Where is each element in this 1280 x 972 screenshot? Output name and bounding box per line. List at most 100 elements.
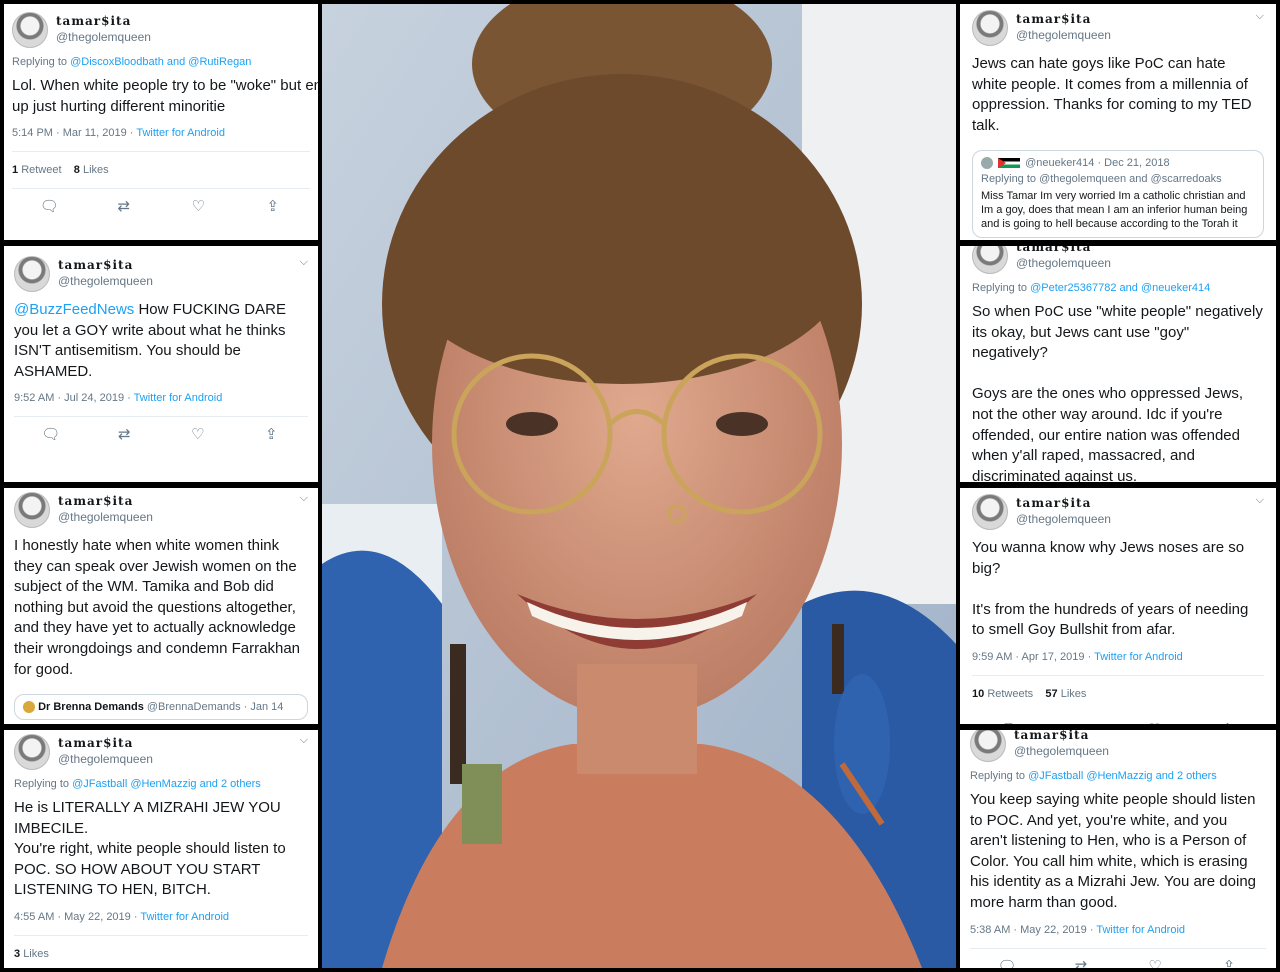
avatar [981, 157, 993, 170]
chevron-down-icon[interactable]: ⌵ [300, 734, 308, 747]
quoted-handle[interactable]: @neueker414 · Dec 21, 2018 [1025, 157, 1169, 169]
tweet-card-5[interactable]: tamar$ita @thegolemqueen ⌵ Jews can hate… [960, 4, 1276, 240]
user-handle[interactable]: @thegolemqueen [1016, 256, 1111, 270]
tweet-card-1[interactable]: tamar$ita @thegolemqueen Replying to @Di… [4, 4, 318, 240]
retweet-count[interactable]: 10 [972, 688, 984, 700]
heart-icon[interactable]: ♡ [187, 197, 209, 215]
reply-icon[interactable]: 🗨 [998, 720, 1020, 724]
source-link[interactable]: Twitter for Android [140, 911, 229, 923]
avatar[interactable] [14, 734, 50, 770]
tweet-text: Lol. When white people try to be "woke" … [12, 77, 318, 115]
display-name[interactable]: tamar$ita [1016, 246, 1091, 254]
share-icon[interactable]: ⇪ [1217, 720, 1239, 724]
display-name[interactable]: tamar$ita [58, 736, 133, 750]
avatar[interactable] [12, 12, 48, 48]
source-link[interactable]: Twitter for Android [1094, 651, 1183, 663]
portrait-photo [322, 4, 956, 968]
display-name[interactable]: tamar$ita [58, 494, 133, 508]
reply-icon[interactable]: 🗨 [996, 957, 1018, 968]
reply-mentions-link[interactable]: @JFastball @HenMazzig and 2 others [1028, 770, 1217, 782]
reply-mentions-link[interactable]: @JFastball @HenMazzig and 2 others [72, 778, 261, 790]
reply-prefix: Replying to [12, 56, 71, 68]
user-handle[interactable]: @thegolemqueen [58, 752, 153, 766]
heart-icon[interactable]: ♡ [187, 425, 209, 443]
user-handle[interactable]: @thegolemqueen [58, 274, 153, 288]
mention-link[interactable]: @BuzzFeedNews [14, 301, 134, 318]
tweet-text: He is LITERALLY A MIZRAHI JEW YOU IMBECI… [14, 799, 286, 899]
tweet-card-4[interactable]: tamar$ita @thegolemqueen ⌵ Replying to @… [4, 730, 318, 968]
tweet-text: You wanna know why Jews noses are so big… [972, 539, 1249, 639]
quoted-tweet-text: Miss Tamar Im very worried Im a catholic… [981, 190, 1248, 231]
display-name[interactable]: tamar$ita [58, 258, 133, 272]
user-handle[interactable]: @thegolemqueen [58, 510, 153, 524]
tweet-card-2[interactable]: tamar$ita @thegolemqueen ⌵ @BuzzFeedNews… [4, 246, 318, 482]
tweet-timestamp: 4:55 AM · May 22, 2019 · Twitter for And… [14, 911, 308, 923]
avatar[interactable] [972, 10, 1008, 46]
chevron-down-icon[interactable]: ⌵ [300, 492, 308, 505]
tweet-card-3[interactable]: tamar$ita @thegolemqueen ⌵ I honestly ha… [4, 488, 318, 724]
share-icon[interactable]: ⇪ [260, 425, 282, 443]
avatar[interactable] [14, 492, 50, 528]
heart-icon[interactable]: ♡ [1144, 720, 1166, 724]
avatar[interactable] [972, 494, 1008, 530]
quoted-handle[interactable]: @BrennaDemands · Jan 14 [147, 701, 284, 713]
like-label[interactable]: Likes [23, 948, 49, 960]
portrait-illustration [322, 4, 956, 968]
tweet-text: Jews can hate goys like PoC can hate whi… [972, 55, 1252, 134]
timestamp-text[interactable]: 5:14 PM · Mar 11, 2019 · [12, 127, 136, 139]
reply-prefix: Replying to [972, 282, 1031, 294]
user-handle[interactable]: @thegolemqueen [56, 30, 151, 44]
like-count[interactable]: 57 [1045, 688, 1057, 700]
retweet-label[interactable]: Retweet [21, 164, 61, 176]
timestamp-text[interactable]: 9:59 AM · Apr 17, 2019 · [972, 651, 1094, 663]
like-count[interactable]: 3 [14, 948, 20, 960]
user-handle[interactable]: @thegolemqueen [1016, 28, 1111, 42]
replying-to: Replying to @Peter25367782 and @neueker4… [972, 282, 1264, 294]
like-count[interactable]: 8 [74, 164, 80, 176]
retweet-icon[interactable]: ⇄ [113, 425, 135, 443]
source-link[interactable]: Twitter for Android [1096, 924, 1185, 936]
retweet-count[interactable]: 1 [12, 164, 18, 176]
share-icon[interactable]: ⇪ [1218, 957, 1240, 968]
timestamp-text[interactable]: 4:55 AM · May 22, 2019 · [14, 911, 140, 923]
engagement-stats: 3 Likes [14, 936, 308, 968]
display-name[interactable]: tamar$ita [1014, 730, 1089, 742]
source-link[interactable]: Twitter for Android [134, 392, 223, 404]
user-handle[interactable]: @thegolemqueen [1016, 512, 1111, 526]
tweet-card-7[interactable]: tamar$ita @thegolemqueen ⌵ You wanna kno… [960, 488, 1276, 724]
display-name[interactable]: tamar$ita [1016, 496, 1091, 510]
tweet-card-6[interactable]: tamar$ita @thegolemqueen Replying to @Pe… [960, 246, 1276, 482]
retweet-label[interactable]: Retweets [987, 688, 1033, 700]
tweet-timestamp: 9:59 AM · Apr 17, 2019 · Twitter for And… [972, 651, 1264, 663]
like-label[interactable]: Likes [83, 164, 109, 176]
retweet-icon[interactable]: ⇄ [1070, 957, 1092, 968]
chevron-down-icon[interactable]: ⌵ [300, 256, 308, 269]
display-name[interactable]: tamar$ita [56, 14, 131, 28]
source-link[interactable]: Twitter for Android [136, 127, 225, 139]
share-icon[interactable]: ⇪ [262, 197, 284, 215]
tweet-text: @BuzzFeedNews How FUCKING DARE you let a… [14, 300, 308, 382]
avatar[interactable] [972, 246, 1008, 274]
quoted-tweet[interactable]: @neueker414 · Dec 21, 2018 Replying to @… [972, 150, 1264, 239]
retweet-icon[interactable]: ⇄ [113, 197, 135, 215]
reply-icon[interactable]: 🗨 [38, 197, 60, 215]
heart-icon[interactable]: ♡ [1144, 957, 1166, 968]
tweet-card-8[interactable]: tamar$ita @thegolemqueen Replying to @JF… [960, 730, 1276, 968]
quoted-display-name[interactable]: Dr Brenna Demands [38, 701, 144, 713]
display-name[interactable]: tamar$ita [1016, 12, 1091, 26]
retweet-icon[interactable]: ⇄ [1071, 720, 1093, 724]
like-label[interactable]: Likes [1061, 688, 1087, 700]
user-handle[interactable]: @thegolemqueen [1014, 744, 1109, 758]
timestamp-text[interactable]: 5:38 AM · May 22, 2019 · [970, 924, 1096, 936]
reply-mentions-link[interactable]: @DiscoxBloodbath and @RutiRegan [70, 56, 251, 68]
chevron-down-icon[interactable]: ⌵ [1256, 494, 1264, 507]
timestamp-text[interactable]: 9:52 AM · Jul 24, 2019 · [14, 392, 134, 404]
reply-icon[interactable]: 🗨 [40, 425, 62, 443]
action-bar: 🗨 ⇄ ♡ ⇪ [970, 949, 1266, 968]
reply-mentions-link[interactable]: @Peter25367782 and @neueker414 [1030, 282, 1210, 294]
chevron-down-icon[interactable]: ⌵ [1256, 10, 1264, 23]
avatar[interactable] [970, 730, 1006, 762]
quoted-tweet[interactable]: Dr Brenna Demands @BrennaDemands · Jan 1… [14, 694, 308, 721]
engagement-stats: 1 Retweet 8 Likes [12, 152, 310, 188]
avatar[interactable] [14, 256, 50, 292]
